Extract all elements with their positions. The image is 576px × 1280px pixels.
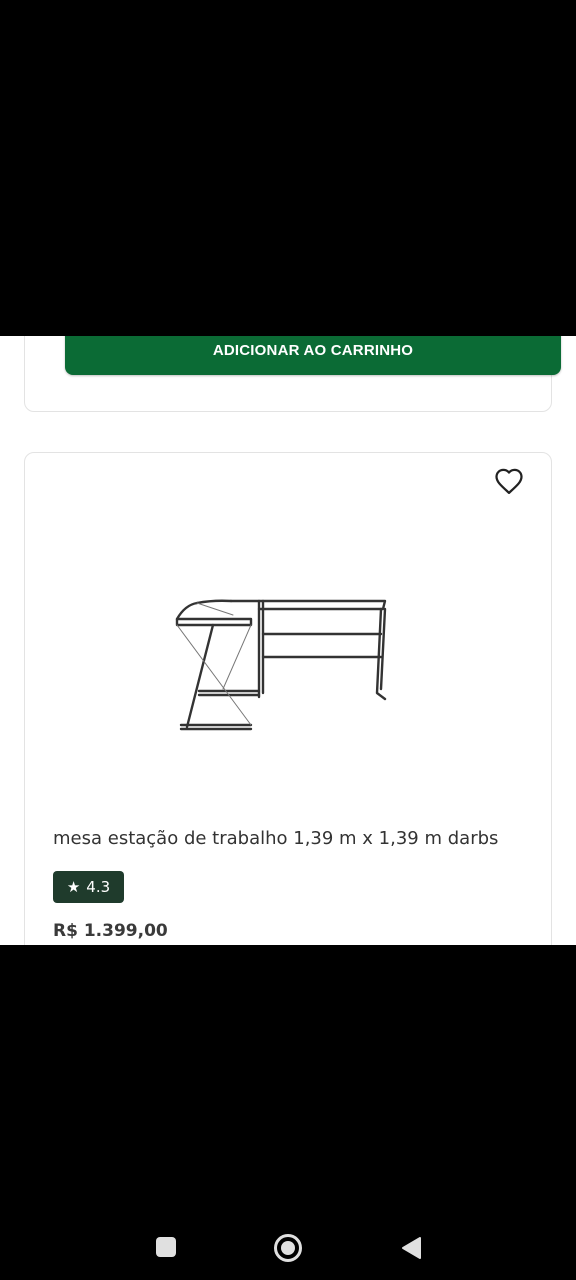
triangle-back-icon: [402, 1237, 421, 1259]
recents-button[interactable]: [154, 1235, 178, 1259]
rating-badge: ★ 4.3: [53, 871, 124, 903]
heart-outline-icon: [495, 468, 523, 494]
product-price: R$ 1.399,00: [53, 921, 168, 941]
content-viewport: ADICIONAR AO CARRINHO mesa estação de tr…: [0, 336, 576, 945]
favorite-button[interactable]: [493, 465, 525, 497]
product-title[interactable]: mesa estação de trabalho 1,39 m x 1,39 m…: [53, 828, 533, 849]
add-to-cart-button[interactable]: ADICIONAR AO CARRINHO: [65, 336, 561, 375]
rating-value: 4.3: [86, 878, 111, 896]
star-icon: ★: [66, 878, 81, 896]
previous-product-card: ADICIONAR AO CARRINHO: [24, 336, 561, 412]
product-card[interactable]: mesa estação de trabalho 1,39 m x 1,39 m…: [24, 452, 552, 945]
product-image[interactable]: [173, 589, 389, 731]
circle-icon: [274, 1234, 302, 1262]
back-button[interactable]: [398, 1235, 424, 1261]
system-navigation-bar: [0, 1210, 576, 1280]
home-button[interactable]: [272, 1232, 304, 1264]
square-icon: [156, 1237, 176, 1257]
